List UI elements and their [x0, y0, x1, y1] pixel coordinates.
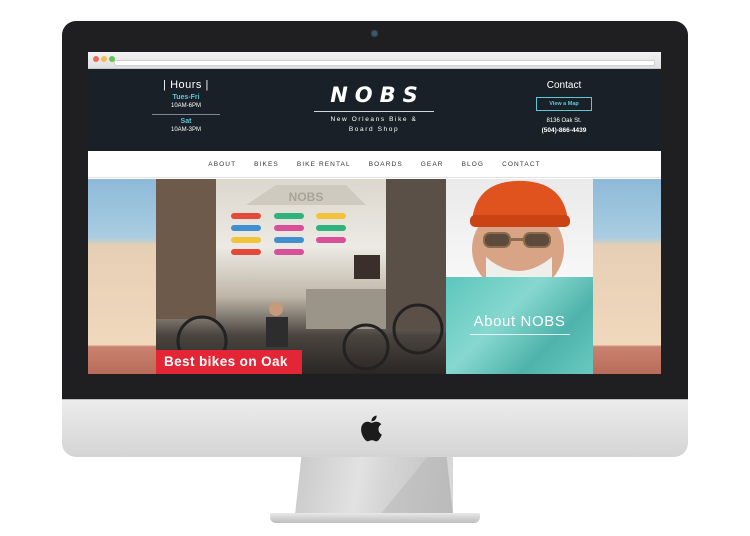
about-label: About NOBS: [473, 313, 566, 330]
about-underline: [470, 334, 570, 335]
nav-item-blog[interactable]: BLOG: [453, 161, 493, 168]
nav-item-bike-rental[interactable]: BIKE RENTAL: [288, 161, 360, 168]
imac-mockup: | Hours | Tues-Fri 10AM-6PM Sat 10AM-3PM…: [0, 0, 750, 536]
nav-item-boards[interactable]: BOARDS: [360, 161, 412, 168]
logo-divider: [314, 111, 434, 112]
portrait-image[interactable]: [446, 179, 593, 277]
nav-item-about[interactable]: ABOUT: [199, 161, 245, 168]
logo-subtitle-line1: New Orleans Bike &: [330, 116, 418, 123]
hero-background-right: [593, 179, 661, 374]
svg-text:NOBS: NOBS: [289, 190, 324, 204]
contact-title: Contact: [546, 80, 582, 91]
shop-interior-image[interactable]: NOBS Best bikes on Oak: [156, 179, 446, 374]
hero-section: NOBS Best bikes on Oak About NOBS: [88, 179, 661, 374]
site-logo[interactable]: NOBS New Orleans Bike & Board Shop: [310, 83, 438, 135]
nav-item-bikes[interactable]: BIKES: [245, 161, 288, 168]
apple-logo-icon: [361, 415, 382, 442]
address-bar[interactable]: [114, 60, 655, 66]
hours-weekday-time: 10AM-6PM: [170, 103, 201, 109]
hours-weekday-label: Tues-Fri: [172, 94, 200, 101]
store-phone[interactable]: (504)-866-4439: [526, 127, 602, 134]
site-header: | Hours | Tues-Fri 10AM-6PM Sat 10AM-3PM…: [88, 69, 661, 151]
nav-item-gear[interactable]: GEAR: [412, 161, 453, 168]
browser-toolbar: [88, 52, 661, 69]
hero-background-left: [88, 179, 156, 374]
hours-divider: [152, 114, 220, 115]
about-tile[interactable]: About NOBS: [446, 277, 593, 374]
main-nav: ABOUT BIKES BIKE RENTAL BOARDS GEAR BLOG…: [88, 151, 661, 178]
view-map-button[interactable]: View a Map: [536, 97, 592, 111]
close-window-icon[interactable]: [93, 56, 99, 62]
shop-interior-illustration: NOBS: [156, 179, 446, 371]
hours-block: | Hours | Tues-Fri 10AM-6PM Sat 10AM-3PM: [150, 79, 222, 133]
logo-wordmark: NOBS: [330, 83, 425, 107]
hours-sat-time: 10AM-3PM: [170, 127, 201, 133]
monitor-foot: [270, 513, 480, 523]
hours-sat-label: Sat: [180, 118, 192, 125]
contact-block: Contact View a Map 8136 Oak St. (504)-86…: [526, 80, 602, 134]
minimize-window-icon[interactable]: [101, 56, 107, 62]
portrait-illustration: [470, 180, 570, 277]
screen: | Hours | Tues-Fri 10AM-6PM Sat 10AM-3PM…: [88, 52, 661, 374]
hero-caption: Best bikes on Oak: [156, 350, 302, 374]
webcam-icon: [372, 31, 377, 36]
hours-title: | Hours |: [163, 79, 209, 91]
nav-item-contact[interactable]: CONTACT: [493, 161, 550, 168]
logo-subtitle-line2: Board Shop: [348, 126, 400, 133]
store-address: 8136 Oak St.: [546, 118, 582, 124]
